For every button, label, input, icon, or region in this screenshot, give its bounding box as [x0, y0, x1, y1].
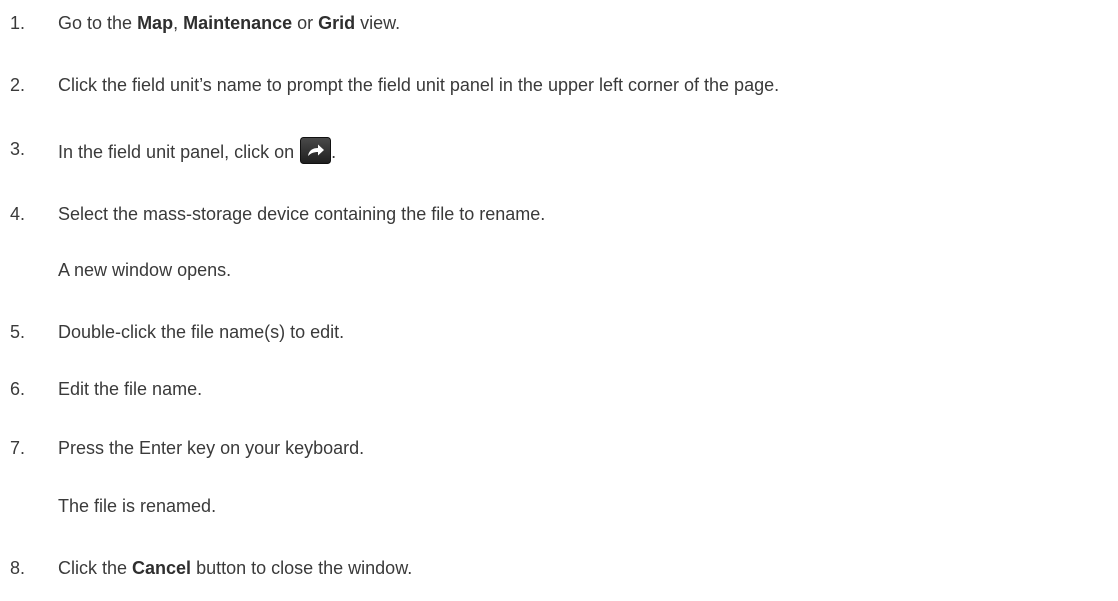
procedure-steps: 1. Go to the Map, Maintenance or Grid vie…	[0, 0, 1118, 601]
step-text: button to close the window.	[191, 558, 413, 578]
step-number: 7.	[10, 438, 26, 458]
step-text: Select the mass-storage device containin…	[58, 204, 546, 224]
step-text: view.	[355, 13, 401, 33]
step-number: 4.	[10, 204, 26, 224]
step-6: 6. Edit the file name.	[10, 377, 203, 401]
step-4-result: A new window opens.	[58, 260, 232, 280]
grid-view-label: Grid	[318, 13, 356, 33]
step-5: 5. Double-click the file name(s) to edit.	[10, 320, 345, 344]
step-3: 3. In the field unit panel, click on .	[10, 137, 337, 164]
step-number: 2.	[10, 75, 26, 95]
maintenance-view-label: Maintenance	[183, 13, 293, 33]
step-text: Edit the file name.	[58, 379, 203, 399]
cancel-button-label: Cancel	[132, 558, 192, 578]
step-text: Click the field unit’s name to prompt th…	[58, 75, 780, 95]
step-text: .	[331, 142, 337, 162]
step-2: 2. Click the field unit’s name to prompt …	[10, 73, 780, 97]
step-1: 1. Go to the Map, Maintenance or Grid vie…	[10, 11, 401, 35]
step-number: 3.	[10, 139, 26, 159]
step-number: 5.	[10, 322, 26, 342]
step-text: ,	[173, 13, 184, 33]
step-text: In the field unit panel, click on	[58, 142, 300, 162]
step-4: 4. Select the mass-storage device contain…	[10, 202, 546, 226]
step-7-result: The file is renamed.	[58, 496, 217, 516]
step-8: 8. Click the Cancel button to close the w…	[10, 556, 413, 580]
step-number: 6.	[10, 379, 26, 399]
step-text: Double-click the file name(s) to edit.	[58, 322, 345, 342]
forward-arrow-icon	[300, 137, 332, 164]
step-text: Go to the	[58, 13, 138, 33]
step-text: Press the Enter key on your keyboard.	[58, 438, 365, 458]
step-text: or	[292, 13, 319, 33]
map-view-label: Map	[137, 13, 174, 33]
step-text: Click the	[58, 558, 133, 578]
step-number: 1.	[10, 13, 26, 33]
step-number: 8.	[10, 558, 26, 578]
step-7: 7. Press the Enter key on your keyboard.	[10, 436, 365, 460]
